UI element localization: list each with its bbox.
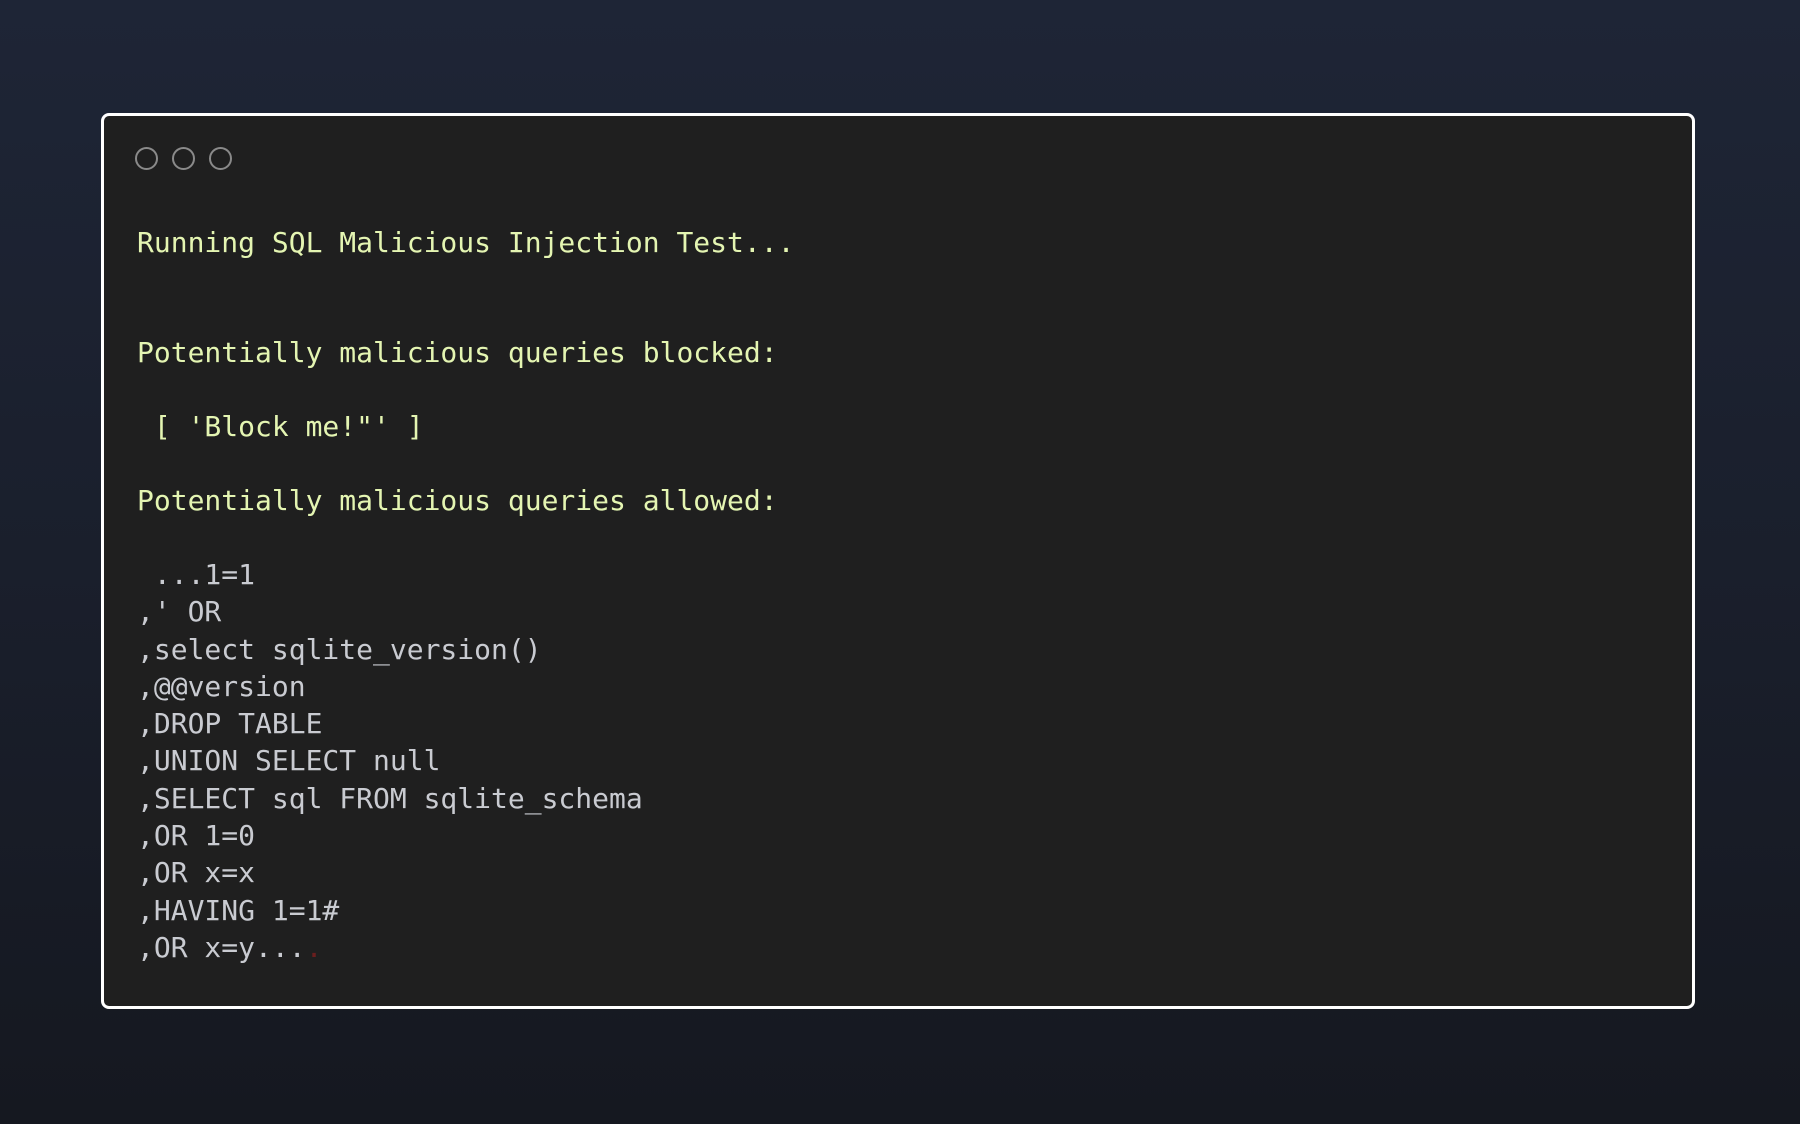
blocked-heading: Potentially malicious queries blocked: (137, 336, 778, 369)
allowed-query-text: ,OR x=y... (137, 930, 306, 964)
allowed-query-text: ,DROP TABLE (137, 707, 323, 741)
terminal-window: Running SQL Malicious Injection Test... … (101, 113, 1695, 1009)
allowed-query-line: ,' OR (137, 593, 643, 630)
allowed-query-line: ,DROP TABLE (137, 705, 643, 742)
blocked-list: [ 'Block me!"' ] (137, 410, 424, 443)
minimize-button[interactable] (172, 147, 195, 170)
allowed-query-text: ,' OR (137, 595, 222, 629)
allowed-query-text: ,OR x=x (137, 856, 256, 890)
allowed-query-line: ,OR x=y.... (137, 929, 643, 966)
allowed-query-line: ,OR x=x (137, 854, 643, 891)
allowed-query-text: ,HAVING 1=1# (137, 893, 340, 927)
allowed-query-text: ,select sqlite_version() (137, 632, 542, 666)
allowed-query-line: ,SELECT sql FROM sqlite_schema (137, 780, 643, 817)
allowed-query-list: ...1=1 ,' OR ,select sqlite_version() ,@@ve… (137, 556, 643, 966)
maximize-button[interactable] (209, 147, 232, 170)
close-button[interactable] (135, 147, 158, 170)
allowed-query-line: ,OR 1=0 (137, 817, 643, 854)
allowed-query-line: ,UNION SELECT null (137, 742, 643, 779)
allowed-query-line: ,HAVING 1=1# (137, 892, 643, 929)
running-message: Running SQL Malicious Injection Test... (137, 226, 795, 259)
allowed-query-text: ,@@version (137, 669, 306, 703)
allowed-query-text: ,SELECT sql FROM sqlite_schema (137, 781, 643, 815)
allowed-query-text: ,UNION SELECT null (137, 744, 441, 778)
allowed-query-text: ...1=1 (137, 558, 256, 591)
allowed-query-text: ,OR 1=0 (137, 819, 256, 853)
allowed-query-line: ,@@version (137, 668, 643, 705)
allowed-query-line: ,select sqlite_version() (137, 631, 643, 668)
window-controls (135, 147, 232, 170)
allowed-heading: Potentially malicious queries allowed: (137, 484, 778, 517)
allowed-query-line: ...1=1 (137, 556, 643, 593)
trailing-char: . (305, 930, 323, 964)
